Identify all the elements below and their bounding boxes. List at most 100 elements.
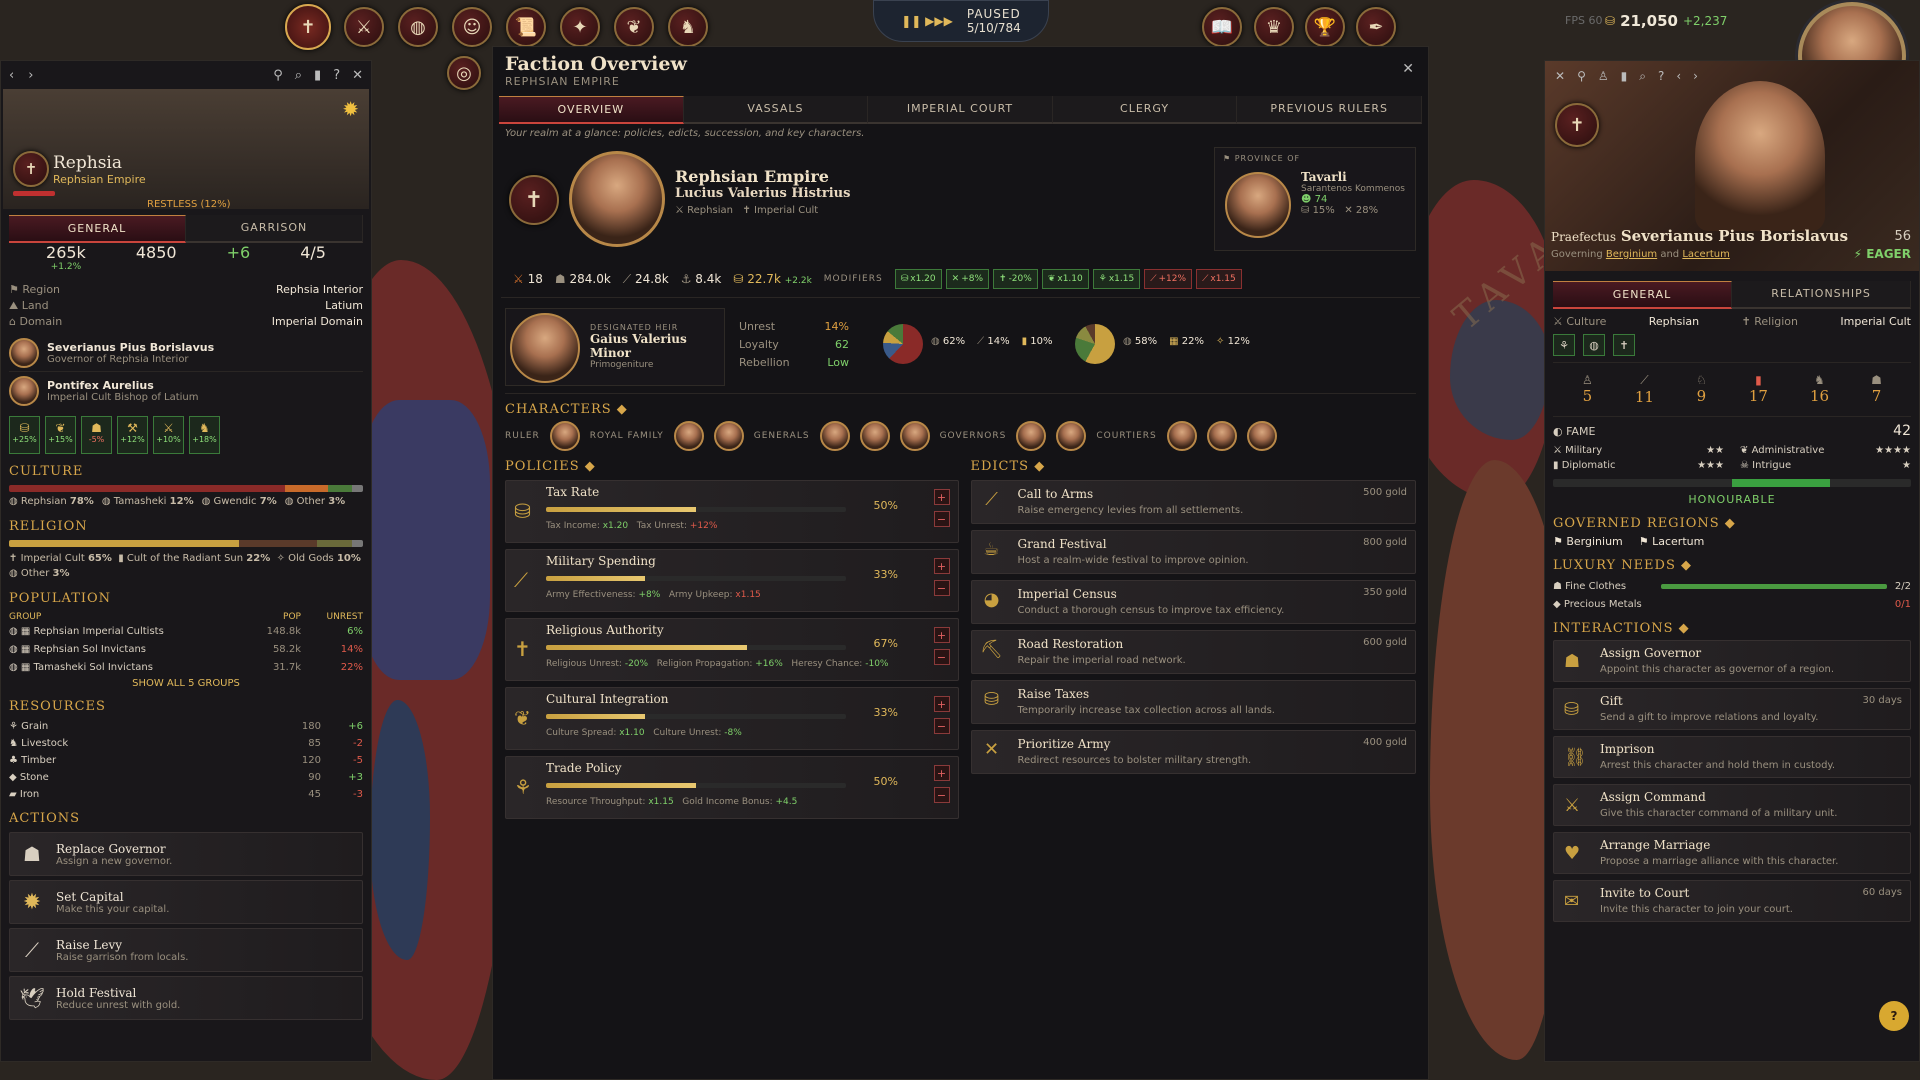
region-link[interactable]: Lacertum <box>1682 249 1729 260</box>
attribute[interactable]: ♘ 9 <box>1696 373 1707 406</box>
interaction-button[interactable]: ☗ Assign Governor Appoint this character… <box>1553 640 1911 682</box>
close-icon[interactable]: ✕ <box>1402 61 1414 77</box>
tab-relationships[interactable]: RELATIONSHIPS <box>1732 281 1911 309</box>
avatar[interactable] <box>899 421 930 451</box>
search-icon[interactable]: ⌕ <box>1639 69 1646 84</box>
policy-slider[interactable] <box>546 645 846 650</box>
policy-slider[interactable] <box>546 783 846 788</box>
policy-slider[interactable] <box>546 714 846 719</box>
tab-garrison[interactable]: GARRISON <box>186 215 363 243</box>
bonus-slot[interactable]: ⛁ +25% <box>9 416 40 454</box>
avatar[interactable] <box>1056 421 1087 451</box>
avatar[interactable] <box>819 421 850 451</box>
bonus-slot[interactable]: ❦ +15% <box>45 416 76 454</box>
show-all-groups-link[interactable]: SHOW ALL 5 GROUPS <box>9 678 363 689</box>
avatar[interactable] <box>549 421 580 451</box>
game-clock[interactable]: ❚❚ ▶▶▶ PAUSED 5/10/784 <box>873 0 1049 42</box>
interaction-button[interactable]: ⛁ Gift Send a gift to improve relations … <box>1553 688 1911 730</box>
edict-button[interactable]: ⛁ Raise Taxes Temporarily increase tax c… <box>970 680 1416 724</box>
pin-icon[interactable]: ⚲ <box>273 68 283 83</box>
heir-card[interactable]: DESIGNATED HEIR Gaius Valerius Minor Pri… <box>505 308 725 386</box>
edict-button[interactable]: ✕ Prioritize Army Redirect resources to … <box>970 730 1416 774</box>
edict-button[interactable]: ⛏ Road Restoration Repair the imperial r… <box>970 630 1416 674</box>
region-link[interactable]: Berginium <box>1606 249 1657 260</box>
interaction-button[interactable]: ⛓ Imprison Arrest this character and hol… <box>1553 736 1911 778</box>
trophy-icon[interactable]: 🏆 <box>1305 7 1345 47</box>
pin-icon[interactable]: ⚲ <box>1577 69 1586 84</box>
avatar[interactable] <box>1206 421 1237 451</box>
trait-icon[interactable]: ✝ <box>1613 334 1635 356</box>
tab-vassals[interactable]: VASSALS <box>683 96 869 124</box>
decrease-button[interactable]: − <box>933 787 950 803</box>
avatar[interactable] <box>859 421 890 451</box>
increase-button[interactable]: + <box>933 489 950 505</box>
attribute[interactable]: ▮ 17 <box>1749 373 1768 406</box>
hold-festival-button[interactable]: 🕊 Hold Festival Reduce unrest with gold. <box>9 976 363 1020</box>
avatar[interactable] <box>673 421 704 451</box>
attribute[interactable]: ⟋ 11 <box>1635 373 1654 406</box>
edict-button[interactable]: ⟋ Call to Arms Raise emergency levies fr… <box>970 480 1416 524</box>
table-row[interactable]: ◍ ▦ Rephsian Sol Invictans 58.2k 14% <box>9 640 363 658</box>
religion-bar[interactable] <box>9 540 363 547</box>
governor-entry[interactable]: Severianus Pius Borislavus Governor of Re… <box>9 334 363 372</box>
attribute[interactable]: ♙ 5 <box>1582 373 1593 406</box>
book-icon[interactable]: 📖 <box>1202 7 1242 47</box>
modifier-badge[interactable]: ✕ +8% <box>945 269 990 289</box>
increase-button[interactable]: + <box>933 696 950 712</box>
decrease-button[interactable]: − <box>933 580 950 596</box>
policy-slider[interactable] <box>546 507 846 512</box>
close-icon[interactable]: ✕ <box>352 68 363 83</box>
avatar[interactable] <box>1246 421 1277 451</box>
tab-clergy[interactable]: CLERGY <box>1052 96 1238 124</box>
modifier-badge[interactable]: ❦ x1.10 <box>1041 269 1089 289</box>
modifier-badge[interactable]: ⛁ x1.20 <box>894 269 942 289</box>
trait-icon[interactable]: ◍ <box>1583 334 1605 356</box>
increase-button[interactable]: + <box>933 627 950 643</box>
ruler-portrait[interactable] <box>569 151 665 247</box>
pause-icon[interactable]: ❚❚ ▶▶▶ <box>901 14 953 28</box>
increase-button[interactable]: + <box>933 558 950 574</box>
region-link[interactable]: ⚑ Berginium <box>1553 535 1623 548</box>
attribute[interactable]: ☗ 7 <box>1871 373 1882 406</box>
table-row[interactable]: ◍ ▦ Rephsian Imperial Cultists 148.8k 6% <box>9 622 363 640</box>
tab-general[interactable]: GENERAL <box>9 215 186 243</box>
star-icon[interactable]: ✹ <box>342 97 359 121</box>
attribute[interactable]: ♞ 16 <box>1810 373 1829 406</box>
help-button[interactable]: ? <box>1879 1001 1909 1031</box>
region-link[interactable]: ⚑ Lacertum <box>1639 535 1705 548</box>
interaction-button[interactable]: ⚔ Assign Command Give this character com… <box>1553 784 1911 826</box>
honour-meter[interactable]: HONOURABLE <box>1545 477 1919 508</box>
bishop-entry[interactable]: Pontifex Aurelius Imperial Cult Bishop of… <box>9 372 363 410</box>
increase-button[interactable]: + <box>933 765 950 781</box>
compass-icon[interactable]: ◎ <box>447 56 481 90</box>
trait-icon[interactable]: ⚘ <box>1553 334 1575 356</box>
help-icon[interactable]: ? <box>333 68 340 83</box>
edict-button[interactable]: ☕ Grand Festival Host a realm-wide festi… <box>970 530 1416 574</box>
map-icon[interactable]: ✦ <box>560 7 600 47</box>
bonus-slot[interactable]: ☗ -5% <box>81 416 112 454</box>
culture-bar[interactable] <box>9 485 363 492</box>
quill-icon[interactable]: ✒ <box>1356 7 1396 47</box>
help-icon[interactable]: ? <box>1658 69 1664 84</box>
search-icon[interactable]: ⌕ <box>295 68 302 83</box>
avatar[interactable] <box>713 421 744 451</box>
interaction-button[interactable]: ♥ Arrange Marriage Propose a marriage al… <box>1553 832 1911 874</box>
modifier-badge[interactable]: ✝ -20% <box>993 269 1038 289</box>
family-icon[interactable]: ♙ <box>1598 69 1609 84</box>
bonus-slot[interactable]: ♞ +18% <box>189 416 220 454</box>
tab-overview[interactable]: OVERVIEW <box>499 96 684 124</box>
avatar[interactable] <box>1016 421 1047 451</box>
scroll-icon[interactable]: 📜 <box>506 7 546 47</box>
bust-icon[interactable]: ☺ <box>452 7 492 47</box>
interaction-button[interactable]: ✉ Invite to Court Invite this character … <box>1553 880 1911 922</box>
decrease-button[interactable]: − <box>933 649 950 665</box>
bookmark-icon[interactable]: ▮ <box>314 68 321 83</box>
modifier-badge[interactable]: ⟋ x1.15 <box>1196 269 1242 289</box>
province-card[interactable]: ⚑ PROVINCE OF Tavarli Sarantenos Kommeno… <box>1214 147 1416 251</box>
sword-icon[interactable]: ⚔ <box>344 7 384 47</box>
forward-icon[interactable]: › <box>28 68 33 83</box>
laurel-icon[interactable]: ❦ <box>614 7 654 47</box>
tab-previous-rulers[interactable]: PREVIOUS RULERS <box>1237 96 1422 124</box>
modifier-badge[interactable]: ⟋ +12% <box>1144 269 1193 289</box>
set-capital-button[interactable]: ✹ Set Capital Make this your capital. <box>9 880 363 924</box>
